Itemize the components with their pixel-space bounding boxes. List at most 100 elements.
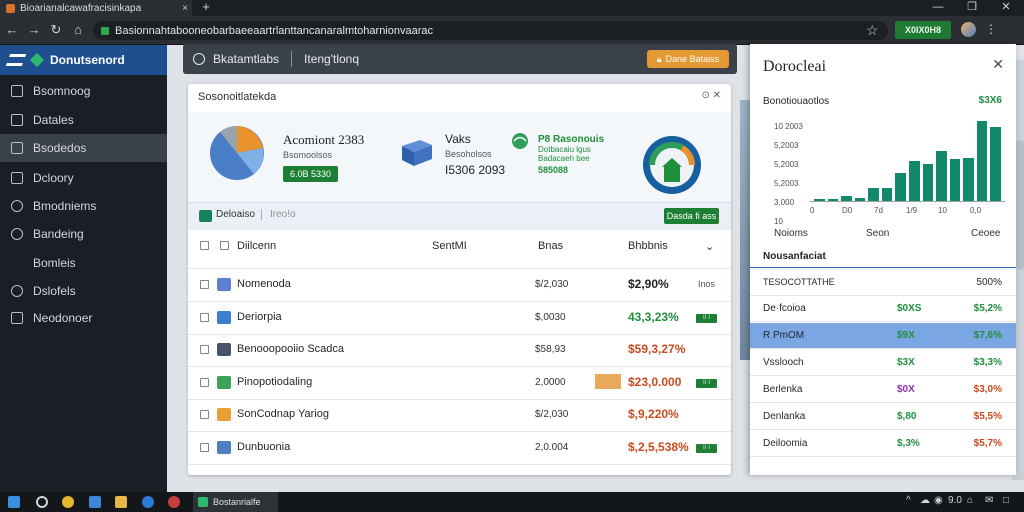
panel-row[interactable]: De·fcoioa $0XS $5,2%: [750, 296, 1016, 322]
sidebar-item-8[interactable]: Dslofels: [0, 277, 167, 305]
header-checkbox-2[interactable]: [220, 241, 229, 250]
chart-bar: [963, 157, 974, 201]
header-section-label[interactable]: Iteng'tlonq: [304, 52, 359, 66]
card-controls[interactable]: ⊙ ✕: [701, 90, 721, 101]
cell-amount: $/2,030: [535, 409, 569, 420]
close-icon[interactable]: ✕: [992, 56, 1004, 73]
browser-menu-button[interactable]: ⋮: [984, 22, 998, 37]
url-field[interactable]: Basionnahtabooneobarbaeeaartrlanttancana…: [93, 21, 888, 40]
sidebar-item-label: Neodonoer: [33, 311, 93, 325]
taskbar-app-label: Bostanrialfe: [213, 497, 261, 507]
scrollbar[interactable]: [1016, 140, 1024, 270]
cell-amount: 2,0000: [535, 377, 566, 388]
cell-name[interactable]: Benooopooiio Scadca: [237, 343, 344, 355]
brand-gem-icon: [29, 52, 45, 68]
store-icon[interactable]: [89, 496, 101, 508]
sidebar-item-5[interactable]: Bmodniems: [0, 192, 167, 220]
panel-row[interactable]: Vsslooch $3X $3,3%: [750, 350, 1016, 376]
row-icon: [217, 408, 231, 421]
browser-tab[interactable]: Bioarianalcawafracisinkapa ×: [0, 0, 192, 16]
sidebar-item-label: Datales: [33, 113, 74, 127]
toolbar-filter[interactable]: Deloaiso: [216, 209, 262, 220]
volume-icon[interactable]: ⌂: [967, 495, 973, 506]
new-tab-button[interactable]: +: [198, 0, 214, 16]
panel-row[interactable]: Denlanka $,80 $5,5%: [750, 404, 1016, 430]
panel-row-right: $3,0%: [973, 384, 1002, 395]
edge-icon[interactable]: [142, 496, 154, 508]
forward-button[interactable]: →: [26, 22, 42, 38]
app-leaf-icon: [198, 497, 208, 507]
header-checkbox[interactable]: [200, 241, 209, 250]
sidebar-item-1[interactable]: Bsomnoog: [0, 77, 167, 105]
back-button[interactable]: ←: [4, 22, 20, 38]
sidebar-item-6[interactable]: Bandeing: [0, 220, 167, 248]
cell-name[interactable]: Deriorpia: [237, 311, 282, 323]
sidebar-brand[interactable]: Donutsenord: [0, 45, 167, 75]
grid-icon: [11, 85, 23, 97]
header-action-button[interactable]: 🔒︎ Dane Bataiss: [647, 50, 729, 68]
chevron-down-icon[interactable]: ⌄: [705, 240, 714, 253]
toolbar-action-button[interactable]: Dasda fi ass: [664, 208, 719, 224]
taskbar-active-app[interactable]: Bostanrialfe: [193, 492, 278, 512]
panel-row-label: Denlanka: [763, 411, 806, 422]
cloud-icon[interactable]: ☁: [920, 495, 930, 506]
chrome-icon[interactable]: [62, 496, 74, 508]
panel-header-row: TESOCOTTATHE 500%: [750, 270, 1016, 296]
kpi-title-3: P8 Rasonouis: [538, 134, 605, 145]
row-checkbox[interactable]: [200, 410, 209, 419]
minimize-button[interactable]: —: [921, 0, 955, 16]
tab-close-button[interactable]: ×: [178, 3, 192, 14]
panel-row[interactable]: Deiloomia $,3% $5,7%: [750, 431, 1016, 457]
profile-avatar[interactable]: [961, 22, 976, 37]
panel-row-mid: $3X: [897, 357, 915, 368]
sidebar-item-9[interactable]: Neodonoer: [0, 304, 167, 332]
network-icon[interactable]: ◉: [934, 495, 943, 506]
select-all-checkbox[interactable]: [199, 210, 212, 222]
sidebar-item-7[interactable]: Bomleis: [0, 249, 167, 277]
reload-button[interactable]: ↻: [48, 22, 64, 38]
row-checkbox[interactable]: [200, 345, 209, 354]
home-button[interactable]: ⌂: [70, 22, 86, 38]
panel-subtitle-value: $3X6: [978, 95, 1002, 106]
notifications-icon[interactable]: □: [1003, 495, 1009, 506]
globe-icon: [512, 133, 528, 149]
panel-row-label: De·fcoioa: [763, 303, 806, 314]
header-user-label[interactable]: Bkatamtlabs: [213, 52, 279, 66]
sidebar-item-label: Bsomnoog: [33, 84, 91, 98]
clock-text[interactable]: 9.0: [948, 495, 962, 506]
kpi-label: Vaks: [445, 132, 471, 146]
row-checkbox[interactable]: [200, 280, 209, 289]
panel-subtitle: Bonotiouaotlos: [763, 96, 830, 107]
panel-row[interactable]: R PmOM $9X $7,6%: [750, 323, 1016, 349]
folder-icon[interactable]: [115, 496, 127, 508]
sidebar-item-4[interactable]: Dcloory: [0, 164, 167, 192]
tray-chevron-icon[interactable]: ^: [906, 495, 911, 506]
row-checkbox[interactable]: [200, 313, 209, 322]
extension-button[interactable]: X0IX0H8: [895, 21, 951, 39]
app-icon[interactable]: [168, 496, 180, 508]
column-header-change[interactable]: Bhbbnis: [628, 240, 668, 252]
close-window-button[interactable]: ✕: [989, 0, 1023, 16]
panel-row-right: $3,3%: [973, 357, 1002, 368]
start-icon[interactable]: [8, 496, 20, 508]
row-checkbox[interactable]: [200, 378, 209, 387]
row-checkbox[interactable]: [200, 443, 209, 452]
bookmark-star-icon[interactable]: ☆: [866, 22, 879, 39]
kpi-button[interactable]: 6.0B 5330: [283, 166, 338, 182]
panel-row[interactable]: Berlenka $0X $3,0%: [750, 377, 1016, 403]
cell-name[interactable]: SonCodnap Yariog: [237, 408, 329, 420]
column-header-sent[interactable]: SentMI: [432, 240, 467, 252]
legend-item-2: Seon: [866, 228, 890, 239]
column-header-amount[interactable]: Bnas: [538, 240, 563, 252]
cell-name[interactable]: Dunbuonia: [237, 441, 290, 453]
maximize-button[interactable]: ❐: [955, 0, 989, 16]
sidebar-item-2[interactable]: Datales: [0, 106, 167, 134]
cell-name[interactable]: Nomenoda: [237, 278, 291, 290]
search-icon[interactable]: [36, 496, 48, 508]
detail-panel: Dorocleai ✕ Bonotiouaotlos $3X6 10 2003 5…: [750, 44, 1016, 475]
cell-name[interactable]: Pinopotiodaling: [237, 376, 312, 388]
column-header-name[interactable]: Diilcenn: [237, 240, 276, 252]
sidebar-item-3[interactable]: Bsodedos: [0, 134, 167, 162]
toolbar-search[interactable]: Ireo!o: [270, 209, 296, 220]
mail-icon[interactable]: ✉: [985, 495, 993, 506]
